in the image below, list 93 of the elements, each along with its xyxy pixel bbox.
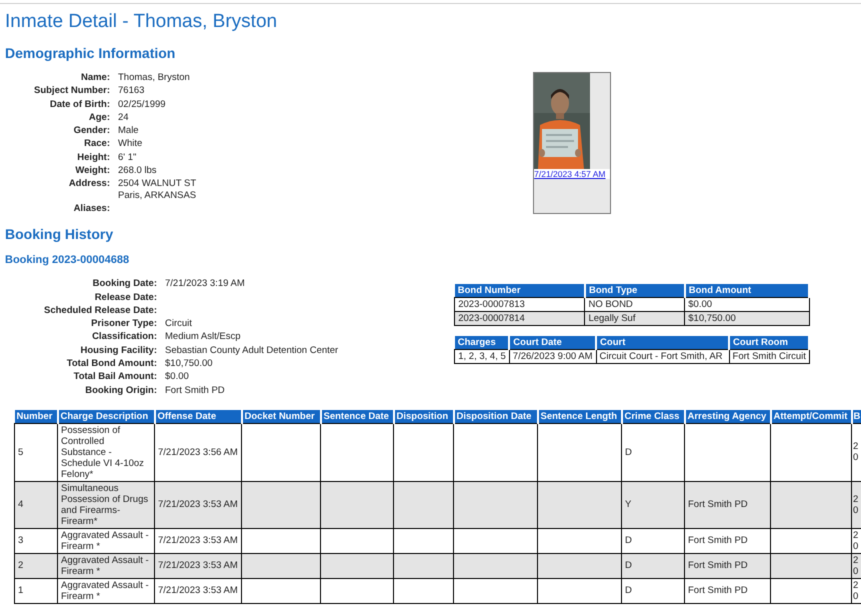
table-cell: 2023-00007814 xyxy=(454,312,585,326)
table-cell: 2 xyxy=(14,553,58,578)
table-cell: Circuit Court - Fort Smith, AR xyxy=(596,350,730,364)
field-value: 7/21/2023 3:19 AM xyxy=(165,278,246,290)
field-value: $0.00 xyxy=(165,371,190,383)
table-cell: D xyxy=(622,528,684,554)
table-cell: 7/21/2023 3:53 AM xyxy=(154,481,242,528)
column-header: Bond Amount xyxy=(684,284,810,298)
field-label: Address: xyxy=(68,178,110,192)
table-cell: Fort Smith Circuit xyxy=(729,350,810,364)
field-label: Subject Number: xyxy=(32,85,110,97)
field-label: Name: xyxy=(80,72,110,84)
field-value: Medium Aslt/Escp xyxy=(165,331,242,343)
table-cell: 7/21/2023 3:56 AM xyxy=(154,423,242,482)
photo-date-link[interactable]: 7/21/2023 4:57 AM xyxy=(534,169,610,179)
field-value: Circuit xyxy=(165,318,193,330)
table-cell: 1 xyxy=(14,578,58,604)
field-label: Booking Date: xyxy=(92,278,157,290)
table-cell: 7/21/2023 3:53 AM xyxy=(154,578,242,604)
table-cell: 2023-00007813 xyxy=(454,298,585,312)
column-header: Docket Number xyxy=(242,410,320,424)
column-header: Attempt/Commit xyxy=(770,410,852,424)
table-cell: Y xyxy=(622,481,684,528)
table-cell: 7/26/2023 9:00 AM xyxy=(509,350,596,364)
field-label: Release Date: xyxy=(94,292,157,303)
column-header: Disposition xyxy=(394,410,454,424)
column-header: Offense Date xyxy=(154,410,242,424)
column-header: Disposition Date xyxy=(454,410,538,424)
table-cell: 3 xyxy=(14,528,58,554)
table-cell: Simultaneous Possession of Drugs and Firearms-Firearm* xyxy=(58,481,154,528)
field-label: Weight: xyxy=(74,165,110,176)
field-value: 2504 WALNUT ST xyxy=(118,178,196,190)
column-header: Arresting Agency xyxy=(684,410,770,424)
table-cell: D xyxy=(622,553,684,578)
field-label: Scheduled Release Date: xyxy=(43,304,157,316)
field-value: Thomas, Bryston xyxy=(118,72,191,84)
column-header: Court Room xyxy=(729,336,810,350)
table-cell: NO BOND xyxy=(584,298,685,312)
table-cell: Aggravated Assault - Firearm * xyxy=(58,578,154,604)
field-value: 6' 1" xyxy=(118,152,138,164)
column-header: Bond Type xyxy=(584,284,685,298)
field-label: Classification: xyxy=(91,331,157,343)
table-cell: 1, 2, 3, 4, 5 xyxy=(454,350,510,364)
section-heading: Booking History xyxy=(5,226,114,242)
field-value: 02/25/1999 xyxy=(118,98,167,110)
field-value: Paris, ARKANSAS xyxy=(118,190,196,201)
table-cell: Fort Smith PD xyxy=(684,578,770,604)
table-cell: 7/21/2023 3:53 AM xyxy=(154,553,242,578)
field-value: Male xyxy=(118,125,140,136)
table-cell: 5 xyxy=(14,423,58,482)
table-cell: 4 xyxy=(14,481,58,528)
page-title: Inmate Detail - Thomas, Bryston xyxy=(5,11,278,33)
column-header: Number xyxy=(14,410,58,424)
table-cell: Aggravated Assault - Firearm * xyxy=(58,553,154,578)
table-cell: Possession of Controlled Substance - Schedule VI 4-10oz Felony* xyxy=(58,423,154,482)
field-label: Race: xyxy=(83,138,110,150)
field-label: Total Bond Amount: xyxy=(66,358,157,370)
field-value: 268.0 lbs xyxy=(118,165,158,176)
field-value: Sebastian County Adult Detention Center xyxy=(165,344,338,356)
field-value: Fort Smith PD xyxy=(165,384,226,396)
field-value: White xyxy=(118,138,144,150)
table-cell: $10,750.00 xyxy=(684,312,810,326)
field-label: Prisoner Type: xyxy=(90,318,157,330)
column-header: Court Date xyxy=(509,336,596,350)
table-cell: Legally Suf xyxy=(584,312,685,326)
table-cell: D xyxy=(622,423,684,482)
field-label: Age: xyxy=(88,112,110,124)
column-header: Charge Description xyxy=(58,410,154,424)
table-cell: D xyxy=(622,578,684,604)
table-cell: Fort Smith PD xyxy=(684,553,770,578)
column-header: Charges xyxy=(454,336,510,350)
table-cell: 7/21/2023 3:53 AM xyxy=(154,528,242,554)
field-label: Height: xyxy=(76,152,110,164)
field-label: Housing Facility: xyxy=(79,344,157,356)
table-cell: Fort Smith PD xyxy=(684,481,770,528)
field-label: Gender: xyxy=(72,125,110,136)
table-cell: $0.00 xyxy=(684,298,810,312)
booking-title: Booking 2023-00004688 xyxy=(5,254,130,266)
column-header: Sentence Length xyxy=(538,410,622,424)
field-label: Aliases: xyxy=(72,202,110,214)
table-cell: Fort Smith PD xyxy=(684,528,770,554)
field-label: Booking Origin: xyxy=(84,384,157,396)
column-header: Sentence Date xyxy=(320,410,394,424)
section-heading: Demographic Information xyxy=(5,45,176,61)
field-value: 24 xyxy=(118,112,130,124)
field-value: 76163 xyxy=(118,85,146,97)
table-cell: Aggravated Assault - Firearm * xyxy=(58,528,154,554)
column-header: Crime Class xyxy=(622,410,684,424)
field-value: $10,750.00 xyxy=(165,358,214,370)
column-header: Bond Number xyxy=(454,284,585,298)
field-label: Total Bail Amount: xyxy=(72,371,157,383)
field-label: Date of Birth: xyxy=(48,98,110,110)
column-header: Court xyxy=(596,336,730,350)
